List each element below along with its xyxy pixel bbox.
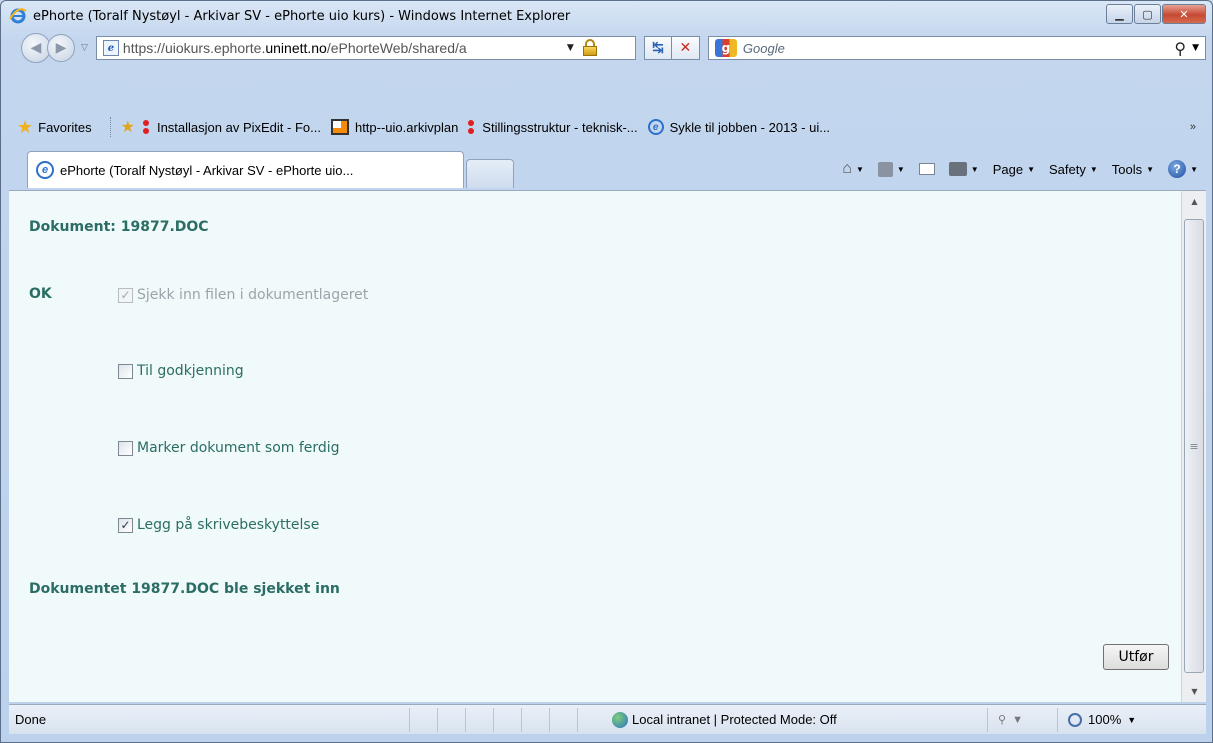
printer-icon — [948, 162, 967, 176]
help-menu[interactable]: ? ▼ — [1168, 160, 1198, 178]
address-dropdown-icon[interactable]: ▼ — [567, 43, 574, 53]
stop-icon: ✕ — [679, 40, 692, 56]
google-icon: g — [714, 39, 737, 57]
favorites-button[interactable]: ★ Favorites — [11, 117, 98, 138]
refresh-button[interactable]: ↹ — [643, 36, 672, 60]
scroll-up-icon[interactable]: ▲ — [1182, 191, 1207, 211]
favorite-link-icon — [330, 119, 349, 135]
safety-menu[interactable]: Safety ▼ — [1049, 162, 1098, 177]
submit-button[interactable]: Utfør — [1103, 644, 1169, 670]
zoom-control[interactable]: 100% ▼ — [1057, 707, 1136, 732]
print-button[interactable]: ▼ — [948, 162, 979, 176]
result-message: Dokumentet 19877.DOC ble sjekket inn — [29, 581, 340, 597]
browser-window: ePhorte (Toralf Nystøyl - Arkivar SV - e… — [0, 0, 1213, 743]
window-title: ePhorte (Toralf Nystøyl - Arkivar SV - e… — [33, 8, 571, 24]
status-cell — [521, 707, 549, 732]
intranet-globe-icon — [612, 711, 628, 728]
search-dropdown-icon[interactable]: ▼ — [1192, 43, 1199, 53]
approval-label: Til godkjenning — [137, 363, 244, 379]
pin-icon: ⚲ — [998, 714, 1007, 726]
rss-feed-icon — [877, 161, 893, 177]
status-bar: Done Local intranet | Protected Mode: Of… — [9, 704, 1206, 734]
feeds-button[interactable]: ▼ — [877, 161, 905, 177]
favorite-link-sykle[interactable]: e Sykle til jobben - 2013 - ui... — [647, 119, 830, 135]
tab-ephorte[interactable]: e ePhorte (Toralf Nystøyl - Arkivar SV -… — [27, 151, 464, 188]
mail-icon — [918, 163, 935, 175]
approval-checkbox[interactable] — [118, 363, 133, 379]
status-cell — [549, 707, 577, 732]
favorites-overflow-chevron-icon[interactable]: » — [1190, 121, 1196, 133]
refresh-icon: ↹ — [652, 40, 664, 56]
recent-pages-dropdown-icon[interactable]: ▽ — [81, 43, 88, 53]
status-text: Done — [15, 712, 47, 727]
lock-icon[interactable] — [582, 39, 598, 57]
favorites-bar: ★ Favorites ★ Installasjon av PixEdit - … — [11, 113, 1206, 141]
help-icon: ? — [1168, 160, 1187, 178]
favorite-link-icon — [142, 119, 149, 135]
search-box[interactable]: g Google ⚲ ▼ — [707, 36, 1206, 60]
home-button[interactable]: ⌂ ▼ — [842, 160, 864, 178]
address-row: ◀ ▶ ▽ e https://uiokurs.ephorte.uninett.… — [1, 31, 1212, 65]
new-tab-button[interactable] — [466, 159, 514, 188]
maximize-button[interactable]: ▢ — [1134, 4, 1161, 24]
close-button[interactable]: ✕ — [1162, 4, 1206, 24]
write-protect-label: Legg på skrivebeskyttelse — [137, 517, 320, 533]
checkin-label: Sjekk inn filen i dokumentlageret — [137, 287, 369, 303]
status-cell — [465, 707, 493, 732]
ie-logo-icon — [9, 8, 27, 24]
option-approval-row: Til godkjenning — [118, 363, 244, 379]
scrollbar-thumb[interactable]: ≡ — [1184, 219, 1204, 673]
page-icon: e — [102, 40, 119, 56]
title-bar: ePhorte (Toralf Nystøyl - Arkivar SV - e… — [1, 1, 1212, 31]
option-checkin-row: ✓ Sjekk inn filen i dokumentlageret — [118, 287, 368, 303]
command-bar: ⌂ ▼ ▼ ▼ Page ▼ Safety ▼ Tools ▼ ? ▼ — [842, 155, 1198, 183]
favorite-link-icon — [468, 119, 475, 135]
add-to-favorites-bar-icon[interactable]: ★ — [121, 117, 135, 137]
mark-done-checkbox[interactable] — [118, 440, 133, 456]
favorites-separator — [109, 117, 111, 137]
checkin-checkbox[interactable]: ✓ — [118, 287, 133, 303]
option-write-protect-row: ✓ Legg på skrivebeskyttelse — [118, 517, 319, 533]
stop-button[interactable]: ✕ — [671, 36, 700, 60]
forward-arrow-icon: ▶ — [55, 40, 67, 56]
vertical-scrollbar[interactable]: ▲ ≡ ▼ — [1181, 190, 1206, 702]
favorite-link-pixedit[interactable]: Installasjon av PixEdit - Fo... — [142, 119, 321, 135]
star-icon: ★ — [17, 116, 34, 137]
status-cell — [409, 707, 437, 732]
favorite-link-stillingsstruktur[interactable]: Stillingsstruktur - teknisk-... — [468, 119, 638, 135]
document-heading: Dokument: 19877.DOC — [29, 219, 209, 235]
scroll-down-icon[interactable]: ▼ — [1182, 681, 1207, 701]
option-mark-done-row: Marker dokument som ferdig — [118, 440, 340, 456]
tab-row: e ePhorte (Toralf Nystøyl - Arkivar SV -… — [1, 147, 1212, 189]
page-menu[interactable]: Page ▼ — [993, 162, 1035, 177]
read-mail-button[interactable] — [918, 163, 935, 175]
status-cell — [437, 707, 465, 732]
write-protect-checkbox[interactable]: ✓ — [118, 517, 133, 533]
minimize-button[interactable]: ▁ — [1106, 4, 1133, 24]
home-icon: ⌂ — [842, 160, 852, 177]
ie-page-icon: e — [36, 161, 54, 179]
back-arrow-icon: ◀ — [30, 40, 42, 56]
security-zone[interactable]: Local intranet | Protected Mode: Off — [577, 707, 987, 732]
tab-label: ePhorte (Toralf Nystøyl - Arkivar SV - e… — [60, 162, 354, 178]
protected-mode-button[interactable]: ⚲ ▼ — [987, 707, 1057, 732]
zoom-icon — [1068, 712, 1082, 727]
status-cell — [493, 707, 521, 732]
mark-done-label: Marker dokument som ferdig — [137, 440, 340, 456]
forward-button[interactable]: ▶ — [47, 34, 75, 62]
search-placeholder[interactable]: Google — [743, 41, 1174, 56]
search-icon[interactable]: ⚲ — [1174, 39, 1186, 58]
ie-page-icon: e — [647, 119, 664, 135]
url-text[interactable]: https://uiokurs.ephorte.uninett.no/ePhor… — [123, 40, 563, 56]
favorites-label: Favorites — [38, 119, 92, 135]
favorite-link-arkivplan[interactable]: http--uio.arkivplan — [330, 119, 458, 135]
address-bar[interactable]: e https://uiokurs.ephorte.uninett.no/ePh… — [95, 36, 636, 60]
status-ok: OK — [29, 286, 52, 302]
tools-menu[interactable]: Tools ▼ — [1112, 162, 1154, 177]
window-controls: ▁ ▢ ✕ — [1106, 4, 1206, 24]
